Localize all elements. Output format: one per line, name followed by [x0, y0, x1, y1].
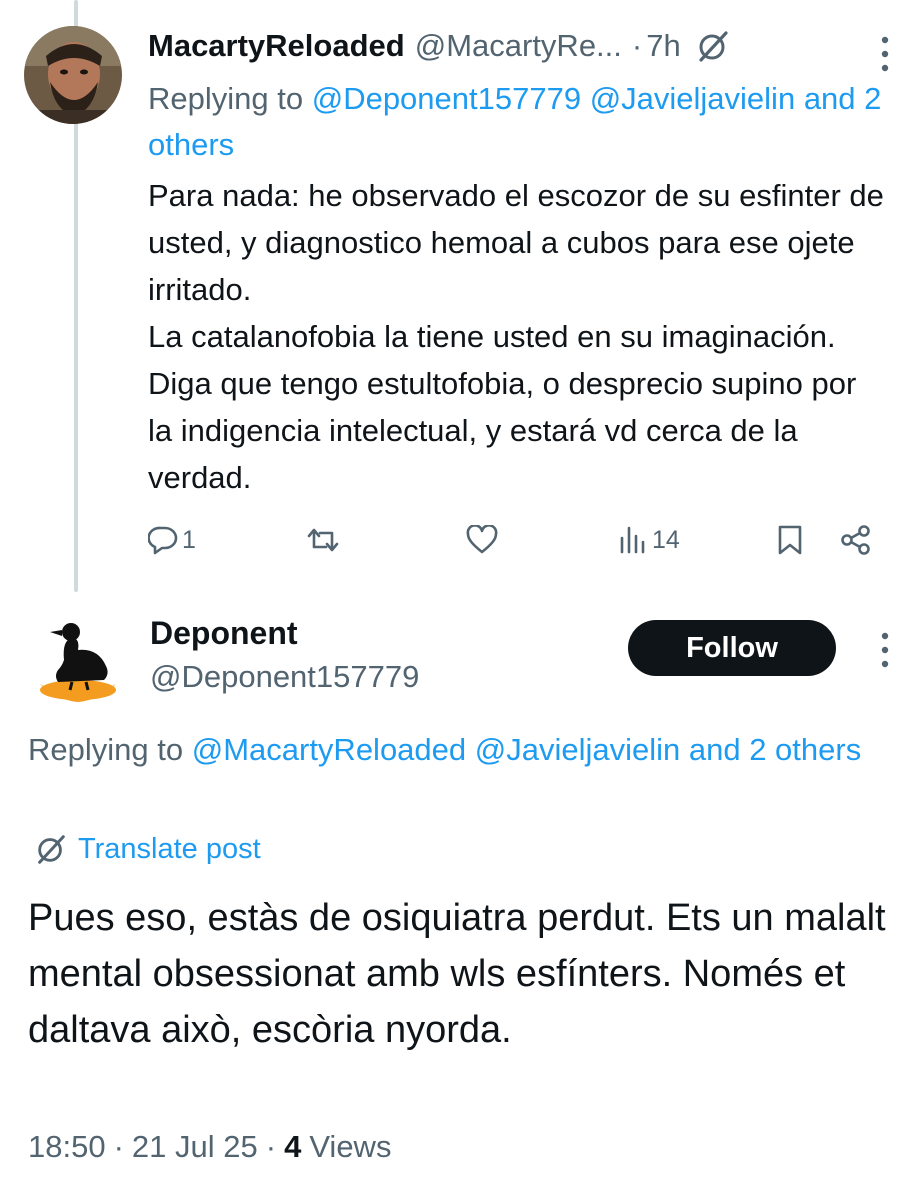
- reply-count: 1: [182, 525, 196, 554]
- display-name[interactable]: MacartyReloaded: [148, 28, 405, 64]
- separator-dot: ·: [113, 1129, 124, 1164]
- replying-to: Replying to @Deponent157779 @Javieljavie…: [148, 76, 888, 168]
- repost-button[interactable]: [306, 518, 344, 562]
- reply-icon: [148, 526, 178, 555]
- bookmark-icon: [778, 525, 802, 555]
- analytics-icon: [620, 526, 645, 554]
- grok-slash-icon: [38, 835, 65, 864]
- translate-label: Translate post: [78, 832, 261, 865]
- post-paragraph: La catalanofobia la tiene usted en su im…: [148, 319, 857, 495]
- post-date[interactable]: 21 Jul 25: [132, 1129, 258, 1165]
- mention-links[interactable]: @MacartyReloaded @Javieljavielin and 2 o…: [192, 732, 862, 767]
- user-handle[interactable]: @MacartyRe...: [415, 28, 622, 64]
- post-header: MacartyReloaded @MacartyRe... · 7h: [148, 24, 908, 68]
- views-label: Views: [309, 1129, 392, 1164]
- mention-links[interactable]: @Deponent157779 @Javieljavielin: [312, 81, 795, 116]
- bookmark-button[interactable]: [776, 518, 804, 562]
- post-text: Pues eso, estàs de osiquiatra perdut. Et…: [28, 897, 886, 1051]
- views-number: 4: [284, 1129, 302, 1164]
- post-meta: 18:50 · 21 Jul 25 · 4 Views: [28, 1124, 391, 1170]
- like-button[interactable]: [466, 518, 502, 562]
- translate-post-link[interactable]: Translate post: [34, 828, 261, 870]
- replying-label: Replying to: [28, 732, 184, 767]
- avatar[interactable]: [28, 610, 128, 710]
- separator-dot: ·: [265, 1129, 277, 1164]
- display-name[interactable]: Deponent: [150, 612, 298, 654]
- share-button[interactable]: [840, 518, 872, 562]
- user-handle[interactable]: @Deponent157779: [150, 656, 419, 698]
- more-vertical-icon[interactable]: [878, 34, 892, 74]
- views-button[interactable]: 14: [618, 518, 680, 562]
- follow-button[interactable]: Follow: [628, 620, 836, 676]
- separator-dot: ·: [631, 28, 643, 63]
- replying-to: Replying to @MacartyReloaded @Javieljavi…: [28, 726, 888, 774]
- repost-icon: [307, 528, 339, 552]
- reply-button[interactable]: 1: [148, 518, 196, 562]
- post-text: Para nada: he observado el escozor de su…: [148, 172, 888, 501]
- avatar[interactable]: [24, 26, 122, 124]
- post-time[interactable]: 18:50: [28, 1129, 106, 1165]
- views-count: 14: [652, 525, 680, 554]
- more-vertical-icon[interactable]: [878, 630, 892, 670]
- heart-icon: [466, 525, 498, 554]
- replying-label: Replying to: [148, 81, 304, 116]
- post-paragraph: Para nada: he observado el escozor de su…: [148, 178, 884, 307]
- action-bar: 1 14: [148, 518, 888, 562]
- post-time[interactable]: 7h: [646, 28, 680, 64]
- grok-slash-icon[interactable]: [693, 26, 733, 66]
- share-icon: [841, 525, 870, 555]
